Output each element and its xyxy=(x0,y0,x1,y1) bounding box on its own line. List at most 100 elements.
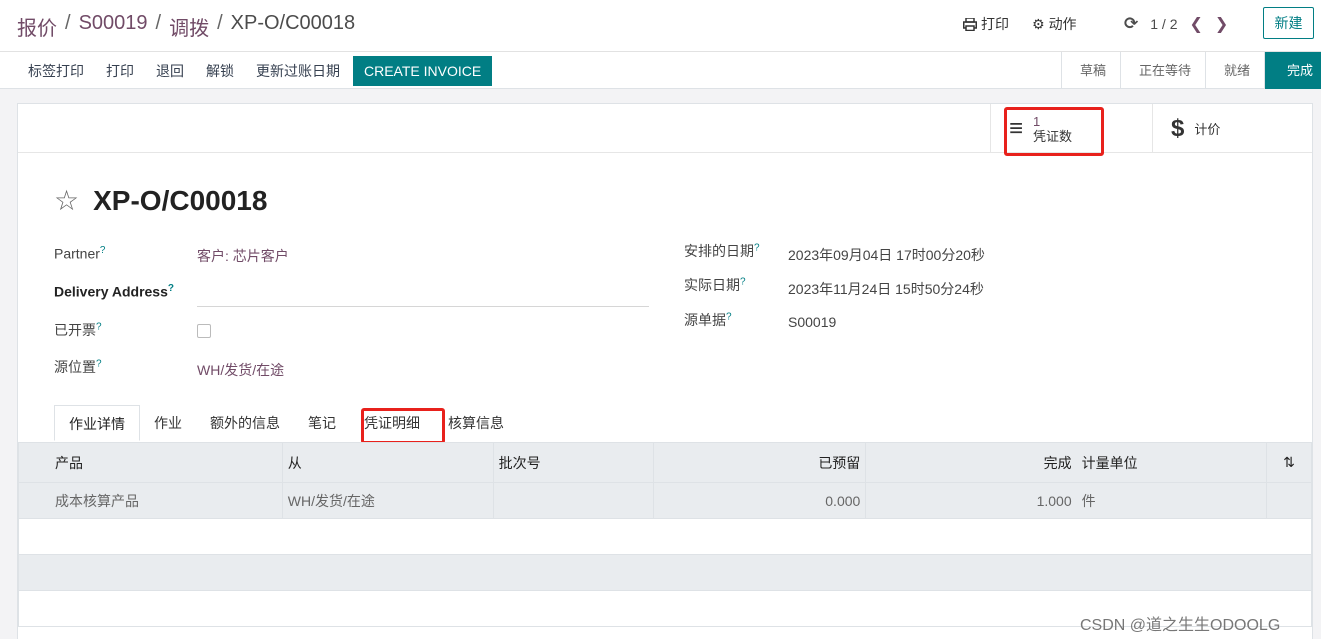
actual-date-label: 实际日期? xyxy=(684,275,746,295)
cell-uom[interactable]: 件 xyxy=(1076,482,1267,519)
scheduled-date-value: 2023年09月04日 17时00分20秒 xyxy=(788,247,985,263)
control-panel: 报价 / S00019 / 调拨 / XP-O/C00018 打印 ⚙ 动作 ⟳… xyxy=(0,0,1321,89)
breadcrumb-current: XP-O/C00018 xyxy=(230,12,356,34)
optional-columns-toggle[interactable]: ⇅ xyxy=(1265,442,1313,483)
button-box: 标签打印 打印 退回 解锁 更新过账日期 CREATE INVOICE xyxy=(17,56,493,86)
chevron-left-icon[interactable]: ❮ xyxy=(1190,14,1203,34)
breadcrumb-separator: / xyxy=(65,12,71,34)
help-icon[interactable]: ? xyxy=(168,283,174,294)
help-icon[interactable]: ? xyxy=(96,321,102,332)
tab-notes[interactable]: 笔记 xyxy=(294,405,350,441)
invoiced-label-text: 已开票 xyxy=(54,322,96,338)
help-icon[interactable]: ? xyxy=(740,276,746,287)
help-icon[interactable]: ? xyxy=(100,245,106,256)
partner-value[interactable]: 客户: 芯片客户 xyxy=(197,246,289,266)
new-button[interactable]: 新建 xyxy=(1263,7,1314,39)
gear-icon: ⚙ xyxy=(1032,15,1045,32)
pager: ⟳ 1 / 2 ❮ ❯ xyxy=(1124,14,1228,34)
create-invoice-button[interactable]: CREATE INVOICE xyxy=(353,56,493,86)
cell-empty xyxy=(1265,482,1313,519)
notebook-tabs: 作业详情 作业 额外的信息 笔记 凭证明细 核算信息 xyxy=(54,405,518,441)
highlight-box xyxy=(1004,107,1104,156)
action-bar: 标签打印 打印 退回 解锁 更新过账日期 CREATE INVOICE 草稿 正… xyxy=(0,51,1321,89)
actual-date-value: 2023年11月24日 15时50分24秒 xyxy=(788,281,984,297)
breadcrumb: 报价 / S00019 / 调拨 / XP-O/C00018 xyxy=(17,12,355,41)
partner-label-text: Partner xyxy=(54,245,100,262)
delivery-address-label: Delivery Address? xyxy=(54,283,174,300)
cell-reserved[interactable]: 0.000 xyxy=(653,482,867,519)
sliders-icon: ⇅ xyxy=(1283,454,1295,470)
valuation-smart-button[interactable]: $ 计价 xyxy=(1152,104,1314,153)
help-icon[interactable]: ? xyxy=(726,311,732,322)
delivery-address-label-text: Delivery Address xyxy=(54,283,168,300)
update-date-button[interactable]: 更新过账日期 xyxy=(245,56,351,86)
breadcrumb-quotation[interactable]: 报价 xyxy=(17,12,57,41)
invoiced-label: 已开票? xyxy=(54,320,102,340)
column-header-reserved[interactable]: 已预留 xyxy=(653,442,867,483)
tab-extra-info[interactable]: 额外的信息 xyxy=(196,405,294,441)
breadcrumb-separator: / xyxy=(155,12,162,34)
partner-label: Partner? xyxy=(54,245,105,262)
table-row[interactable]: 成本核算产品 WH/发货/在途 0.000 1.000 件 xyxy=(18,482,1313,519)
table-row-empty xyxy=(18,518,1312,555)
tab-operation-details[interactable]: 作业详情 xyxy=(54,405,140,441)
printer-icon xyxy=(963,17,977,31)
highlight-box xyxy=(361,408,445,444)
empty-cell xyxy=(18,554,1312,591)
move-lines-table: 产品 从 批次号 已预留 完成 计量单位 ⇅ 成本核算产品 WH/发货/在途 0… xyxy=(18,442,1313,627)
smart-button-bar: ≡ 1 凭证数 $ 计价 xyxy=(18,104,1312,153)
breadcrumb-separator: / xyxy=(217,12,223,34)
chevron-right-icon[interactable]: ❯ xyxy=(1215,14,1228,34)
record-title: ☆ XP-O/C00018 xyxy=(54,184,267,217)
valuation-label: 计价 xyxy=(1194,122,1221,137)
help-icon[interactable]: ? xyxy=(754,242,760,253)
empty-cell xyxy=(18,518,1312,555)
return-button[interactable]: 退回 xyxy=(145,56,195,86)
invoiced-checkbox[interactable] xyxy=(197,324,211,338)
table-row-empty xyxy=(18,554,1312,591)
delivery-address-field[interactable] xyxy=(197,306,649,307)
form-sheet: ≡ 1 凭证数 $ 计价 ☆ XP-O/C00018 Partner? 客户: … xyxy=(17,103,1313,639)
print-button[interactable]: 打印 xyxy=(95,56,145,86)
column-header-done[interactable]: 完成 xyxy=(865,442,1077,483)
action-label: 动作 xyxy=(1048,16,1077,32)
cell-done[interactable]: 1.000 xyxy=(865,482,1077,519)
status-waiting[interactable]: 正在等待 xyxy=(1121,52,1206,89)
origin-label-text: 源单据 xyxy=(684,312,726,328)
unlock-button[interactable]: 解锁 xyxy=(195,56,245,86)
dollar-icon: $ xyxy=(1171,114,1185,142)
origin-label: 源单据? xyxy=(684,310,732,330)
help-icon[interactable]: ? xyxy=(96,358,102,369)
cell-from[interactable]: WH/发货/在途 xyxy=(281,482,494,519)
column-header-product[interactable]: 产品 xyxy=(18,442,283,483)
source-location-value[interactable]: WH/发货/在途 xyxy=(197,360,284,380)
column-header-from[interactable]: 从 xyxy=(281,442,494,483)
status-ready[interactable]: 就绪 xyxy=(1206,52,1265,89)
scheduled-date-label-text: 安排的日期 xyxy=(684,243,754,259)
column-header-uom[interactable]: 计量单位 xyxy=(1076,442,1267,483)
print-dropdown[interactable]: 打印 xyxy=(963,14,1009,34)
cell-product[interactable]: 成本核算产品 xyxy=(18,482,283,519)
column-header-lot[interactable]: 批次号 xyxy=(492,442,655,483)
status-done: 完成 xyxy=(1264,52,1321,89)
action-dropdown[interactable]: ⚙ 动作 xyxy=(1032,14,1077,34)
table-header-row: 产品 从 批次号 已预留 完成 计量单位 ⇅ xyxy=(18,442,1313,483)
cell-lot[interactable] xyxy=(492,482,655,519)
tab-operations[interactable]: 作业 xyxy=(140,405,196,441)
tab-accounting-info[interactable]: 核算信息 xyxy=(434,405,518,441)
refresh-icon[interactable]: ⟳ xyxy=(1124,14,1138,34)
actual-date-label-text: 实际日期 xyxy=(684,277,740,293)
label-print-button[interactable]: 标签打印 xyxy=(17,56,95,86)
source-location-label: 源位置? xyxy=(54,357,102,377)
watermark: CSDN @道之生生ODOOLG xyxy=(1080,617,1281,634)
star-icon[interactable]: ☆ xyxy=(54,184,79,217)
scheduled-date-label: 安排的日期? xyxy=(684,241,760,261)
status-draft[interactable]: 草稿 xyxy=(1062,52,1121,89)
breadcrumb-order[interactable]: S00019 xyxy=(79,12,148,41)
status-bar: 草稿 正在等待 就绪 完成 xyxy=(1060,52,1321,89)
print-label: 打印 xyxy=(981,16,1009,32)
origin-value: S00019 xyxy=(788,314,837,330)
breadcrumb-transfers[interactable]: 调拨 xyxy=(169,12,209,41)
record-name: XP-O/C00018 xyxy=(93,184,268,216)
pager-value[interactable]: 1 / 2 xyxy=(1150,16,1177,32)
